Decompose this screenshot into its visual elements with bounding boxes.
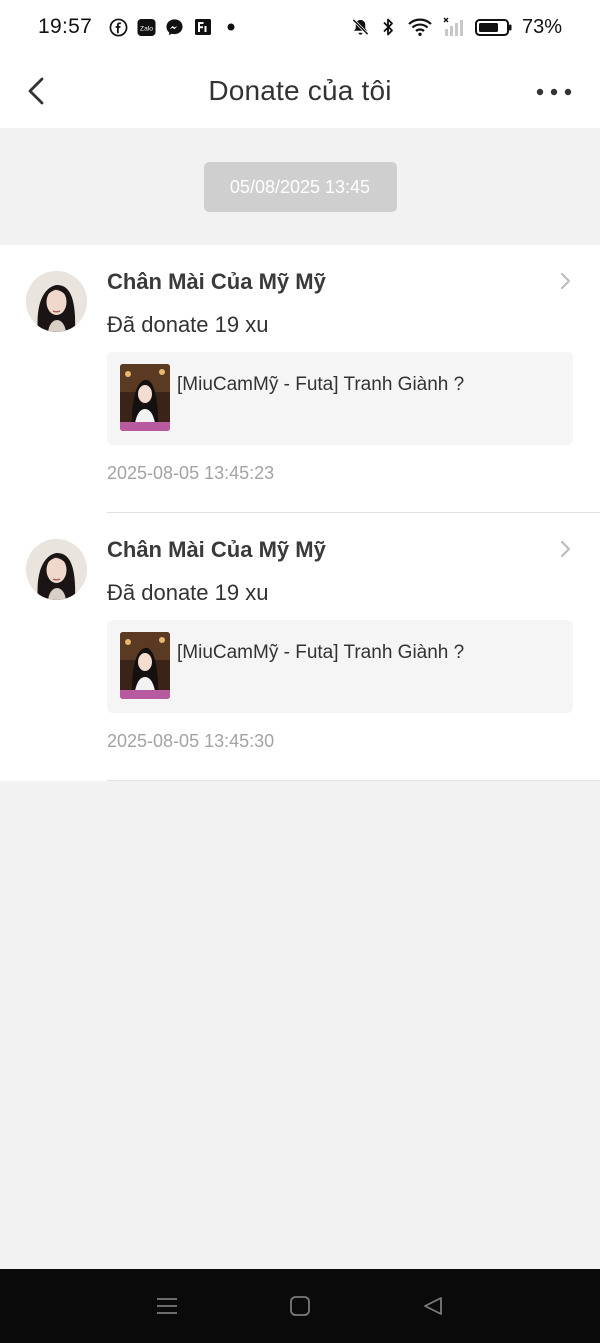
video-thumbnail [120, 364, 170, 431]
chevron-right-icon[interactable] [558, 271, 572, 291]
donation-list: Chân Mài Của Mỹ Mỹ Đã donate 19 xu [MiuC… [0, 245, 600, 781]
home-icon[interactable] [286, 1292, 314, 1320]
status-left: 19:57 Zalo [38, 15, 240, 39]
back-button[interactable] [22, 74, 52, 108]
avatar-image [26, 539, 87, 600]
facebook-pages-icon [193, 18, 212, 37]
zalo-icon: Zalo [137, 18, 156, 37]
bluetooth-icon [379, 18, 398, 37]
battery-percent: 73% [521, 15, 562, 38]
wifi-icon [407, 18, 433, 37]
signal-icon [442, 17, 466, 37]
zalo-icon-label: Zalo [140, 25, 153, 32]
donation-amount: Đã donate 19 xu [107, 580, 269, 605]
donor-name: Chân Mài Của Mỹ Mỹ [107, 537, 326, 562]
date-separator-row: 05/08/2025 13:45 [0, 128, 600, 245]
status-right: 73% [351, 16, 562, 39]
avatar-image [26, 271, 87, 332]
back-triangle-icon[interactable] [419, 1292, 447, 1320]
video-card[interactable]: [MiuCamMỹ - Futa] Tranh Giành ? [107, 352, 573, 445]
video-title: [MiuCamMỹ - Futa] Tranh Giành ? [177, 642, 465, 663]
donation-item[interactable]: Chân Mài Của Mỹ Mỹ Đã donate 19 xu [MiuC… [0, 245, 600, 513]
header: Donate của tôi [0, 54, 600, 128]
donation-amount: Đã donate 19 xu [107, 312, 269, 337]
date-separator: 05/08/2025 13:45 [203, 162, 397, 212]
chevron-right-icon[interactable] [558, 539, 572, 559]
status-time: 19:57 [38, 15, 93, 38]
menu-icon[interactable] [153, 1292, 181, 1320]
more-horizontal-icon [536, 88, 572, 96]
video-title: [MiuCamMỹ - Futa] Tranh Giành ? [177, 374, 465, 395]
messenger-icon [165, 18, 184, 37]
donation-time: 2025-08-05 13:45:23 [107, 463, 275, 483]
chevron-left-icon [28, 77, 44, 105]
battery-icon [474, 18, 513, 37]
donor-name: Chân Mài Của Mỹ Mỹ [107, 269, 326, 294]
donation-time: 2025-08-05 13:45:30 [107, 731, 275, 751]
system-nav-bar [0, 1269, 600, 1343]
avatar[interactable] [26, 271, 87, 332]
page-title: Donate của tôi [208, 75, 392, 106]
video-thumbnail [120, 632, 170, 699]
bell-muted-icon [351, 18, 370, 37]
facebook-icon [109, 18, 128, 37]
video-card[interactable]: [MiuCamMỹ - Futa] Tranh Giành ? [107, 620, 573, 713]
donation-item[interactable]: Chân Mài Của Mỹ Mỹ Đã donate 19 xu [MiuC… [0, 513, 600, 781]
avatar[interactable] [26, 539, 87, 600]
status-bar: 19:57 Zalo 73% [0, 0, 600, 54]
divider [107, 780, 600, 781]
more-button[interactable] [534, 80, 574, 104]
dot-icon [221, 18, 240, 37]
